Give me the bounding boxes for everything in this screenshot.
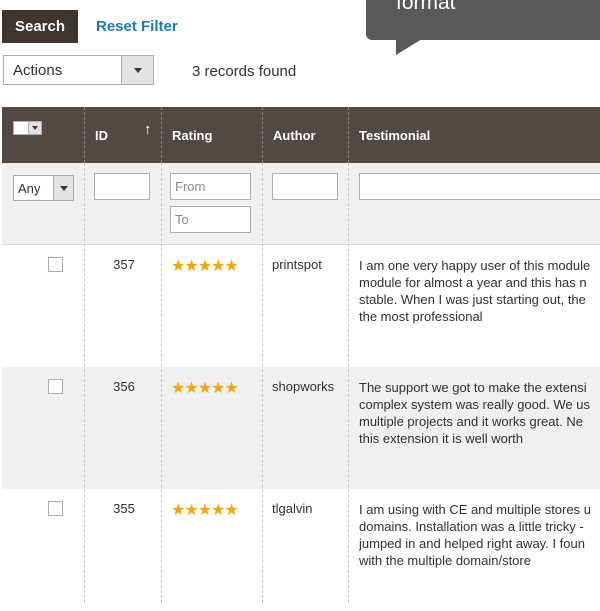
column-divider	[84, 163, 85, 603]
row-checkbox[interactable]	[48, 501, 63, 516]
testimonial-filter-input[interactable]	[359, 173, 600, 200]
star-icon: ★	[197, 380, 212, 397]
row-checkbox[interactable]	[48, 379, 63, 394]
star-icon: ★	[184, 258, 198, 275]
mass-select-dropdown[interactable]	[13, 121, 42, 135]
actions-select[interactable]: Actions	[3, 55, 154, 85]
star-icon: ★	[171, 502, 185, 519]
column-divider	[161, 163, 162, 603]
mass-filter-select[interactable]: Any	[13, 175, 74, 201]
star-icon: ★	[224, 502, 238, 519]
column-divider	[262, 163, 263, 603]
sort-ascending-icon: ↑	[144, 121, 152, 138]
row-id: 356	[113, 379, 135, 394]
author-filter-input[interactable]	[272, 173, 338, 200]
actions-select-label: Actions	[13, 62, 63, 79]
rating-stars: ★★★★★	[171, 256, 239, 276]
tooltip-bubble: format	[366, 0, 600, 40]
header-testimonial[interactable]: Testimonial	[348, 107, 600, 163]
mass-select-checkbox[interactable]	[14, 122, 29, 134]
header-rating[interactable]: Rating	[161, 107, 263, 163]
row-author: tlgalvin	[272, 501, 313, 516]
row-testimonial: I am using with CE and multiple stores u…	[359, 502, 591, 568]
search-button[interactable]: Search	[2, 10, 78, 43]
chevron-down-icon[interactable]	[121, 56, 153, 84]
row-author: shopworks	[272, 379, 335, 394]
table-row: 357 ★★★★★ printspot I am one very happy …	[2, 245, 600, 367]
column-divider	[348, 163, 349, 603]
rating-to-input[interactable]	[170, 206, 251, 233]
tooltip-text: format	[396, 0, 456, 14]
reset-filter-link[interactable]: Reset Filter	[96, 18, 178, 35]
row-id: 357	[113, 257, 135, 272]
star-icon: ★	[171, 380, 185, 397]
table-row: 356 ★★★★★ shopworks The support we got t…	[2, 367, 600, 489]
header-id-label: ID	[95, 128, 108, 143]
star-icon: ★	[224, 258, 238, 275]
star-icon: ★	[211, 258, 225, 275]
grid-header: ID ↑ Rating Author Testimonial	[2, 107, 600, 163]
header-testimonial-label: Testimonial	[359, 128, 431, 143]
rating-stars: ★★★★★	[171, 378, 239, 398]
star-icon: ★	[211, 380, 225, 397]
chevron-down-icon[interactable]	[28, 122, 41, 134]
star-icon: ★	[197, 258, 212, 275]
row-testimonial: I am one very happy user of this module …	[359, 258, 591, 324]
header-rating-label: Rating	[172, 128, 213, 143]
row-testimonial: The support we got to make the extensi c…	[359, 380, 590, 446]
any-label: Any	[18, 181, 41, 196]
chevron-down-icon[interactable]	[53, 176, 73, 200]
header-id[interactable]: ID ↑	[84, 107, 162, 163]
star-icon: ★	[211, 502, 225, 519]
tooltip-tail	[396, 39, 422, 55]
header-author[interactable]: Author	[262, 107, 349, 163]
records-found-count: 3 records found	[192, 63, 297, 80]
star-icon: ★	[184, 380, 198, 397]
star-icon: ★	[197, 502, 212, 519]
header-author-label: Author	[273, 128, 316, 143]
rating-stars: ★★★★★	[171, 500, 239, 520]
table-row: 355 ★★★★★ tlgalvin I am using with CE an…	[2, 489, 600, 611]
row-checkbox[interactable]	[48, 257, 63, 272]
header-mass-select	[2, 107, 84, 163]
star-icon: ★	[184, 502, 198, 519]
star-icon: ★	[171, 258, 185, 275]
star-icon: ★	[224, 380, 238, 397]
rating-from-input[interactable]	[170, 173, 251, 200]
row-author: printspot	[272, 257, 322, 272]
id-filter-input[interactable]	[94, 173, 150, 200]
row-id: 355	[113, 501, 135, 516]
